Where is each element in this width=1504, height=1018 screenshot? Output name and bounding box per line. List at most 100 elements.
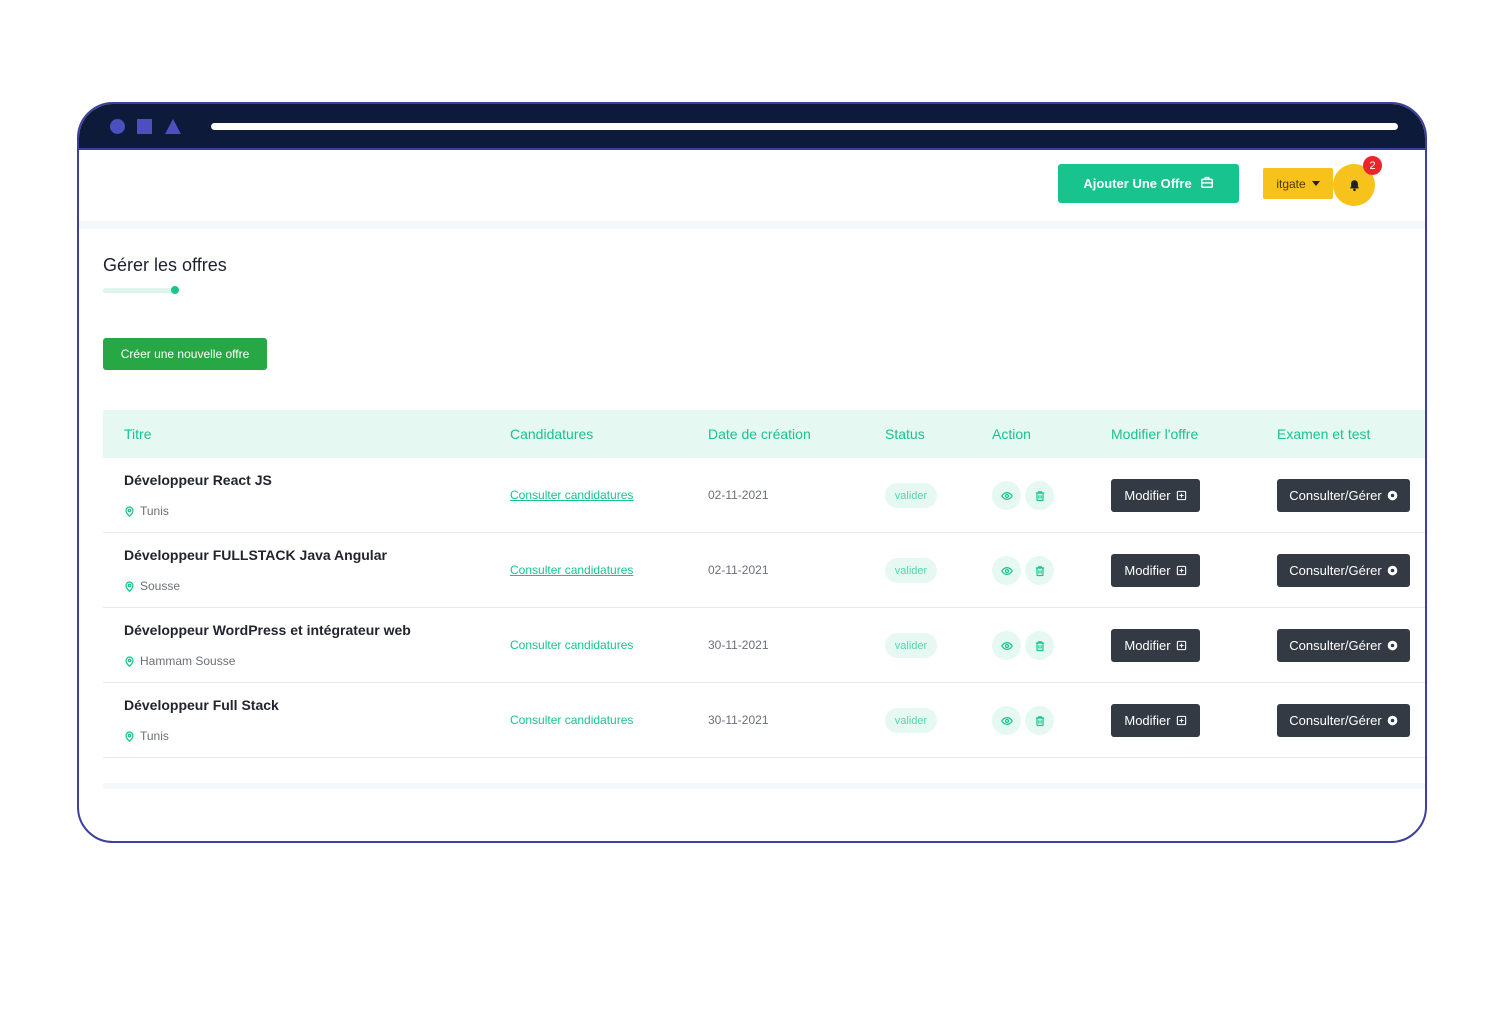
job-location-text: Hammam Sousse	[140, 654, 236, 668]
eye-circle-icon	[1387, 490, 1398, 501]
plus-square-icon	[1176, 490, 1186, 501]
add-offer-button[interactable]: Ajouter Une Offre	[1058, 164, 1239, 203]
map-pin-icon	[125, 730, 134, 742]
status-badge: valider	[885, 558, 937, 583]
trash-icon	[1035, 715, 1044, 726]
manage-exam-label: Consulter/Gérer	[1289, 488, 1382, 503]
eye-circle-icon	[1387, 715, 1398, 726]
eye-icon	[1000, 641, 1013, 650]
status-badge: valider	[885, 708, 937, 733]
address-bar	[211, 123, 1398, 130]
table-row: Développeur React JS Tunis Consulter can…	[103, 458, 1425, 533]
creation-date: 30-11-2021	[708, 713, 769, 727]
plus-square-icon	[1176, 715, 1186, 726]
status-badge: valider	[885, 633, 937, 658]
edit-offer-label: Modifier	[1124, 563, 1171, 578]
trash-icon	[1035, 565, 1044, 576]
job-location-text: Sousse	[140, 579, 181, 593]
trash-icon	[1035, 640, 1044, 651]
circle-icon	[110, 119, 125, 134]
notification-badge: 2	[1363, 156, 1382, 175]
manage-exam-label: Consulter/Gérer	[1289, 563, 1382, 578]
manage-exam-button[interactable]: Consulter/Gérer	[1277, 554, 1410, 587]
plus-square-icon	[1176, 565, 1186, 576]
eye-circle-icon	[1387, 565, 1398, 576]
delete-button[interactable]	[1025, 556, 1054, 585]
table-row: Développeur Full Stack Tunis Consulter c…	[103, 683, 1425, 758]
trash-icon	[1035, 490, 1044, 501]
table-row: Développeur WordPress et intégrateur web…	[103, 608, 1425, 683]
window-titlebar	[79, 104, 1425, 148]
title-underline-dot	[171, 286, 179, 294]
edit-offer-label: Modifier	[1124, 713, 1171, 728]
manage-exam-button[interactable]: Consulter/Gérer	[1277, 629, 1410, 662]
edit-offer-label: Modifier	[1124, 488, 1171, 503]
creation-date: 02-11-2021	[708, 563, 769, 577]
create-offer-button[interactable]: Créer une nouvelle offre	[103, 338, 267, 370]
applications-link[interactable]: Consulter candidatures	[510, 638, 633, 652]
column-header-title: Titre	[124, 426, 152, 442]
delete-button[interactable]	[1025, 481, 1054, 510]
eye-circle-icon	[1387, 640, 1398, 651]
map-pin-icon	[125, 655, 134, 667]
caret-down-icon	[1311, 181, 1320, 186]
title-underline	[103, 288, 177, 293]
view-button[interactable]	[992, 631, 1021, 660]
job-location: Hammam Sousse	[124, 654, 235, 668]
map-pin-icon	[125, 580, 134, 592]
column-header-exam: Examen et test	[1277, 426, 1371, 442]
edit-offer-button[interactable]: Modifier	[1111, 704, 1200, 737]
eye-icon	[1000, 491, 1013, 500]
job-title: Développeur React JS	[124, 472, 272, 488]
briefcase-icon	[1200, 175, 1214, 192]
manage-exam-button[interactable]: Consulter/Gérer	[1277, 704, 1410, 737]
table-row: Développeur FULLSTACK Java Angular Souss…	[103, 533, 1425, 608]
table-bottom-shadow	[103, 783, 1425, 789]
map-pin-icon	[125, 505, 134, 517]
eye-icon	[1000, 716, 1013, 725]
view-button[interactable]	[992, 706, 1021, 735]
square-icon	[137, 119, 152, 134]
column-header-date: Date de création	[708, 426, 811, 442]
manage-exam-label: Consulter/Gérer	[1289, 713, 1382, 728]
navbar-shadow	[79, 221, 1425, 229]
column-header-edit-offer: Modifier l'offre	[1111, 426, 1199, 442]
column-header-action: Action	[992, 426, 1031, 442]
job-title: Développeur WordPress et intégrateur web	[124, 622, 411, 638]
edit-offer-label: Modifier	[1124, 638, 1171, 653]
job-location-text: Tunis	[140, 729, 169, 743]
applications-link[interactable]: Consulter candidatures	[510, 563, 633, 577]
job-location-text: Tunis	[140, 504, 169, 518]
user-menu-dropdown[interactable]: itgate	[1263, 168, 1333, 199]
edit-offer-button[interactable]: Modifier	[1111, 629, 1200, 662]
job-location: Tunis	[124, 729, 169, 743]
creation-date: 30-11-2021	[708, 638, 769, 652]
user-menu-label: itgate	[1276, 176, 1306, 191]
table-header: Titre Candidatures Date de création Stat…	[103, 410, 1425, 458]
job-location: Sousse	[124, 579, 180, 593]
applications-link[interactable]: Consulter candidatures	[510, 488, 633, 502]
manage-exam-label: Consulter/Gérer	[1289, 638, 1382, 653]
job-title: Développeur Full Stack	[124, 697, 279, 713]
job-location: Tunis	[124, 504, 169, 518]
delete-button[interactable]	[1025, 706, 1054, 735]
edit-offer-button[interactable]: Modifier	[1111, 554, 1200, 587]
delete-button[interactable]	[1025, 631, 1054, 660]
plus-square-icon	[1176, 640, 1186, 651]
manage-exam-button[interactable]: Consulter/Gérer	[1277, 479, 1410, 512]
job-title: Développeur FULLSTACK Java Angular	[124, 547, 387, 563]
eye-icon	[1000, 566, 1013, 575]
add-offer-label: Ajouter Une Offre	[1083, 176, 1192, 191]
triangle-icon	[165, 119, 181, 134]
status-badge: valider	[885, 483, 937, 508]
bell-icon	[1349, 179, 1359, 191]
view-button[interactable]	[992, 556, 1021, 585]
edit-offer-button[interactable]: Modifier	[1111, 479, 1200, 512]
column-header-applications: Candidatures	[510, 426, 594, 442]
top-navbar: Ajouter Une Offre itgate 2	[79, 150, 1425, 224]
applications-link[interactable]: Consulter candidatures	[510, 713, 633, 727]
column-header-status: Status	[885, 426, 925, 442]
browser-frame: Ajouter Une Offre itgate 2 Gérer les off…	[77, 102, 1427, 843]
view-button[interactable]	[992, 481, 1021, 510]
page-title: Gérer les offres	[103, 255, 227, 275]
